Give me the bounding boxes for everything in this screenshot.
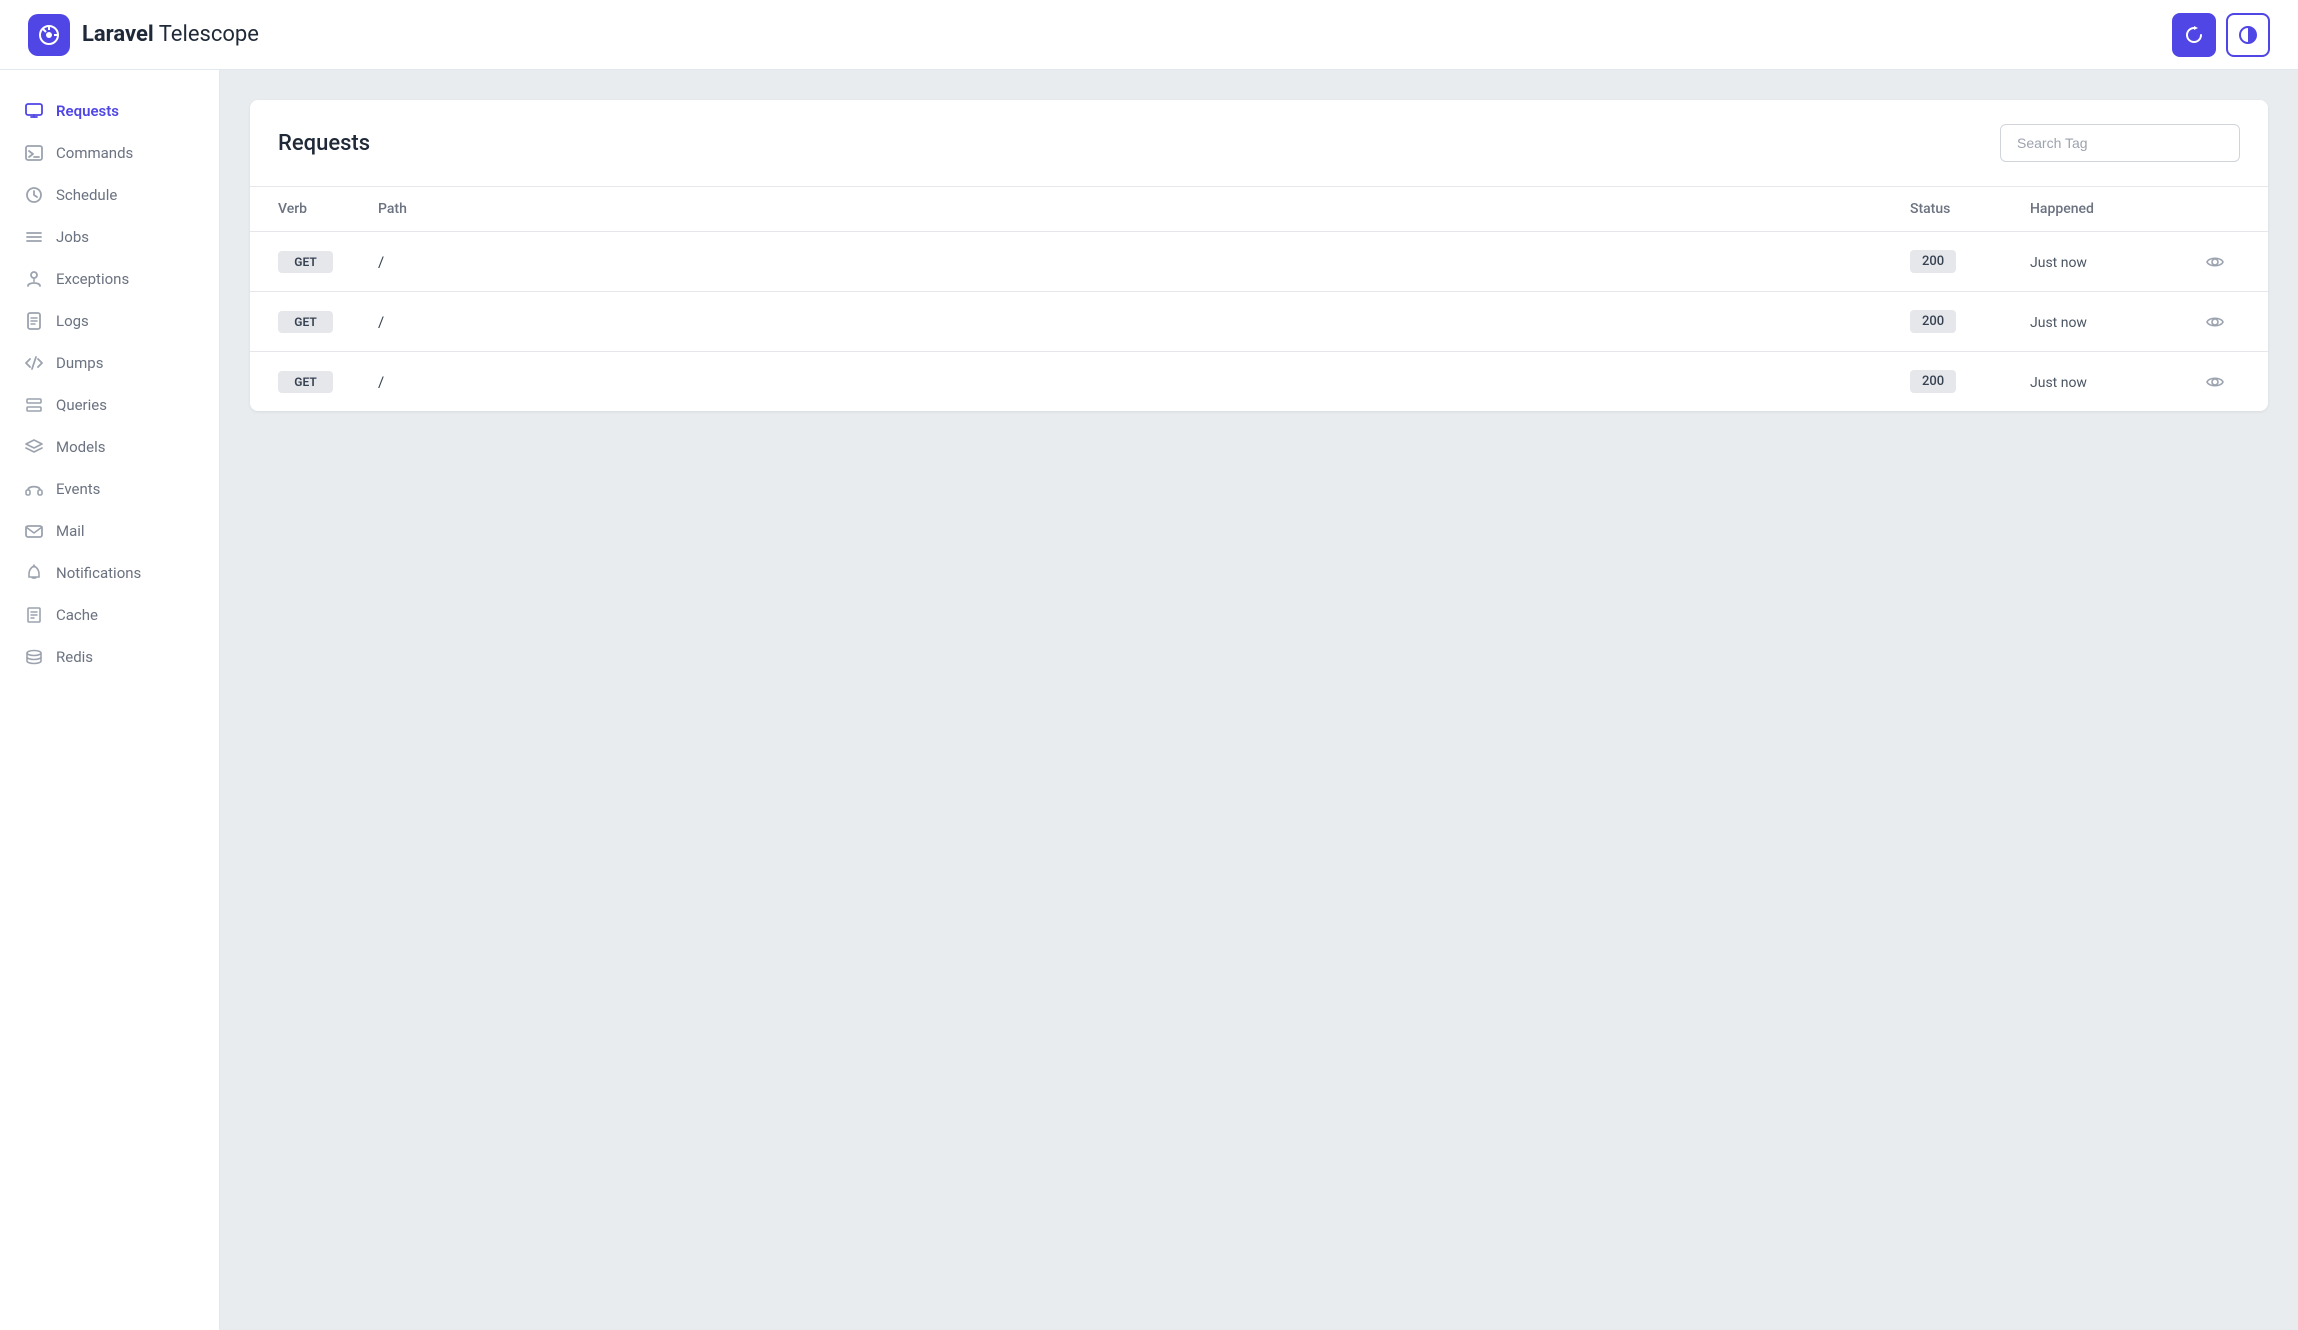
happened-cell: Just now <box>2030 372 2190 391</box>
verb-cell: GET <box>278 311 378 333</box>
sidebar-item-mail[interactable]: Mail <box>0 510 219 552</box>
path-cell: / <box>378 312 1910 331</box>
sidebar-item-jobs[interactable]: Jobs <box>0 216 219 258</box>
view-icon[interactable] <box>2190 373 2240 391</box>
sidebar-label-exceptions: Exceptions <box>56 270 129 288</box>
verb-cell: GET <box>278 251 378 273</box>
terminal-icon <box>24 143 44 163</box>
verb-badge: GET <box>278 311 333 333</box>
sidebar-label-events: Events <box>56 480 100 498</box>
status-cell: 200 <box>1910 370 2030 393</box>
main-content: Requests Verb Path Status Happened GET / <box>220 70 2298 1330</box>
sidebar-item-dumps[interactable]: Dumps <box>0 342 219 384</box>
requests-card: Requests Verb Path Status Happened GET / <box>250 100 2268 411</box>
code-icon <box>24 353 44 373</box>
verb-badge: GET <box>278 371 333 393</box>
app-name: Laravel Telescope <box>82 22 259 47</box>
table-row[interactable]: GET / 200 Just now <box>250 292 2268 352</box>
rows-icon <box>24 395 44 415</box>
status-badge: 200 <box>1910 370 1956 393</box>
sidebar-item-models[interactable]: Models <box>0 426 219 468</box>
happened-text: Just now <box>2030 255 2087 271</box>
col-path: Path <box>378 201 1910 217</box>
sidebar-item-commands[interactable]: Commands <box>0 132 219 174</box>
happened-text: Just now <box>2030 375 2087 391</box>
sidebar-label-models: Models <box>56 438 105 456</box>
path-cell: / <box>378 252 1910 271</box>
envelope-icon <box>24 521 44 541</box>
sidebar-label-jobs: Jobs <box>56 228 89 246</box>
col-status: Status <box>1910 201 2030 217</box>
status-badge: 200 <box>1910 310 1956 333</box>
happened-text: Just now <box>2030 315 2087 331</box>
sidebar-label-cache: Cache <box>56 606 98 624</box>
col-actions <box>2190 201 2240 217</box>
status-badge: 200 <box>1910 250 1956 273</box>
refresh-button[interactable] <box>2172 13 2216 57</box>
view-icon[interactable] <box>2190 313 2240 331</box>
theme-toggle-button[interactable] <box>2226 13 2270 57</box>
layers-icon <box>24 437 44 457</box>
sidebar-label-redis: Redis <box>56 648 93 666</box>
happened-cell: Just now <box>2030 312 2190 331</box>
path-cell: / <box>378 372 1910 391</box>
sidebar-label-notifications: Notifications <box>56 564 141 582</box>
col-happened: Happened <box>2030 201 2190 217</box>
sidebar-item-schedule[interactable]: Schedule <box>0 174 219 216</box>
sidebar-label-logs: Logs <box>56 312 89 330</box>
sidebar-item-exceptions[interactable]: Exceptions <box>0 258 219 300</box>
sidebar-item-requests[interactable]: Requests <box>0 90 219 132</box>
sidebar-label-mail: Mail <box>56 522 85 540</box>
clock-icon <box>24 185 44 205</box>
bell-icon <box>24 563 44 583</box>
table-row[interactable]: GET / 200 Just now <box>250 232 2268 292</box>
list-icon <box>24 227 44 247</box>
sidebar-item-logs[interactable]: Logs <box>0 300 219 342</box>
sidebar-item-events[interactable]: Events <box>0 468 219 510</box>
table-row[interactable]: GET / 200 Just now <box>250 352 2268 411</box>
header: Laravel Telescope <box>0 0 2298 70</box>
sidebar-item-queries[interactable]: Queries <box>0 384 219 426</box>
sidebar-item-notifications[interactable]: Notifications <box>0 552 219 594</box>
logo: Laravel Telescope <box>28 14 259 56</box>
search-tag-input[interactable] <box>2000 124 2240 162</box>
sidebar-label-schedule: Schedule <box>56 186 117 204</box>
monitor-icon <box>24 101 44 121</box>
doc-icon <box>24 605 44 625</box>
view-icon[interactable] <box>2190 253 2240 271</box>
path-text: / <box>378 253 384 271</box>
person-icon <box>24 269 44 289</box>
sidebar-label-commands: Commands <box>56 144 133 162</box>
sidebar-item-cache[interactable]: Cache <box>0 594 219 636</box>
card-header: Requests <box>250 100 2268 187</box>
col-verb: Verb <box>278 201 378 217</box>
sidebar: Requests Commands Schedule <box>0 70 220 1330</box>
header-actions <box>2172 13 2270 57</box>
file-icon <box>24 311 44 331</box>
sidebar-label-dumps: Dumps <box>56 354 103 372</box>
logo-icon <box>28 14 70 56</box>
sidebar-label-requests: Requests <box>56 102 119 120</box>
path-text: / <box>378 373 384 391</box>
page-title: Requests <box>278 131 370 156</box>
happened-cell: Just now <box>2030 252 2190 271</box>
verb-cell: GET <box>278 371 378 393</box>
sidebar-item-redis[interactable]: Redis <box>0 636 219 678</box>
layout: Requests Commands Schedule <box>0 70 2298 1330</box>
status-cell: 200 <box>1910 250 2030 273</box>
verb-badge: GET <box>278 251 333 273</box>
status-cell: 200 <box>1910 310 2030 333</box>
table-header: Verb Path Status Happened <box>250 187 2268 232</box>
stack-icon <box>24 647 44 667</box>
sidebar-label-queries: Queries <box>56 396 107 414</box>
headphones-icon <box>24 479 44 499</box>
path-text: / <box>378 313 384 331</box>
